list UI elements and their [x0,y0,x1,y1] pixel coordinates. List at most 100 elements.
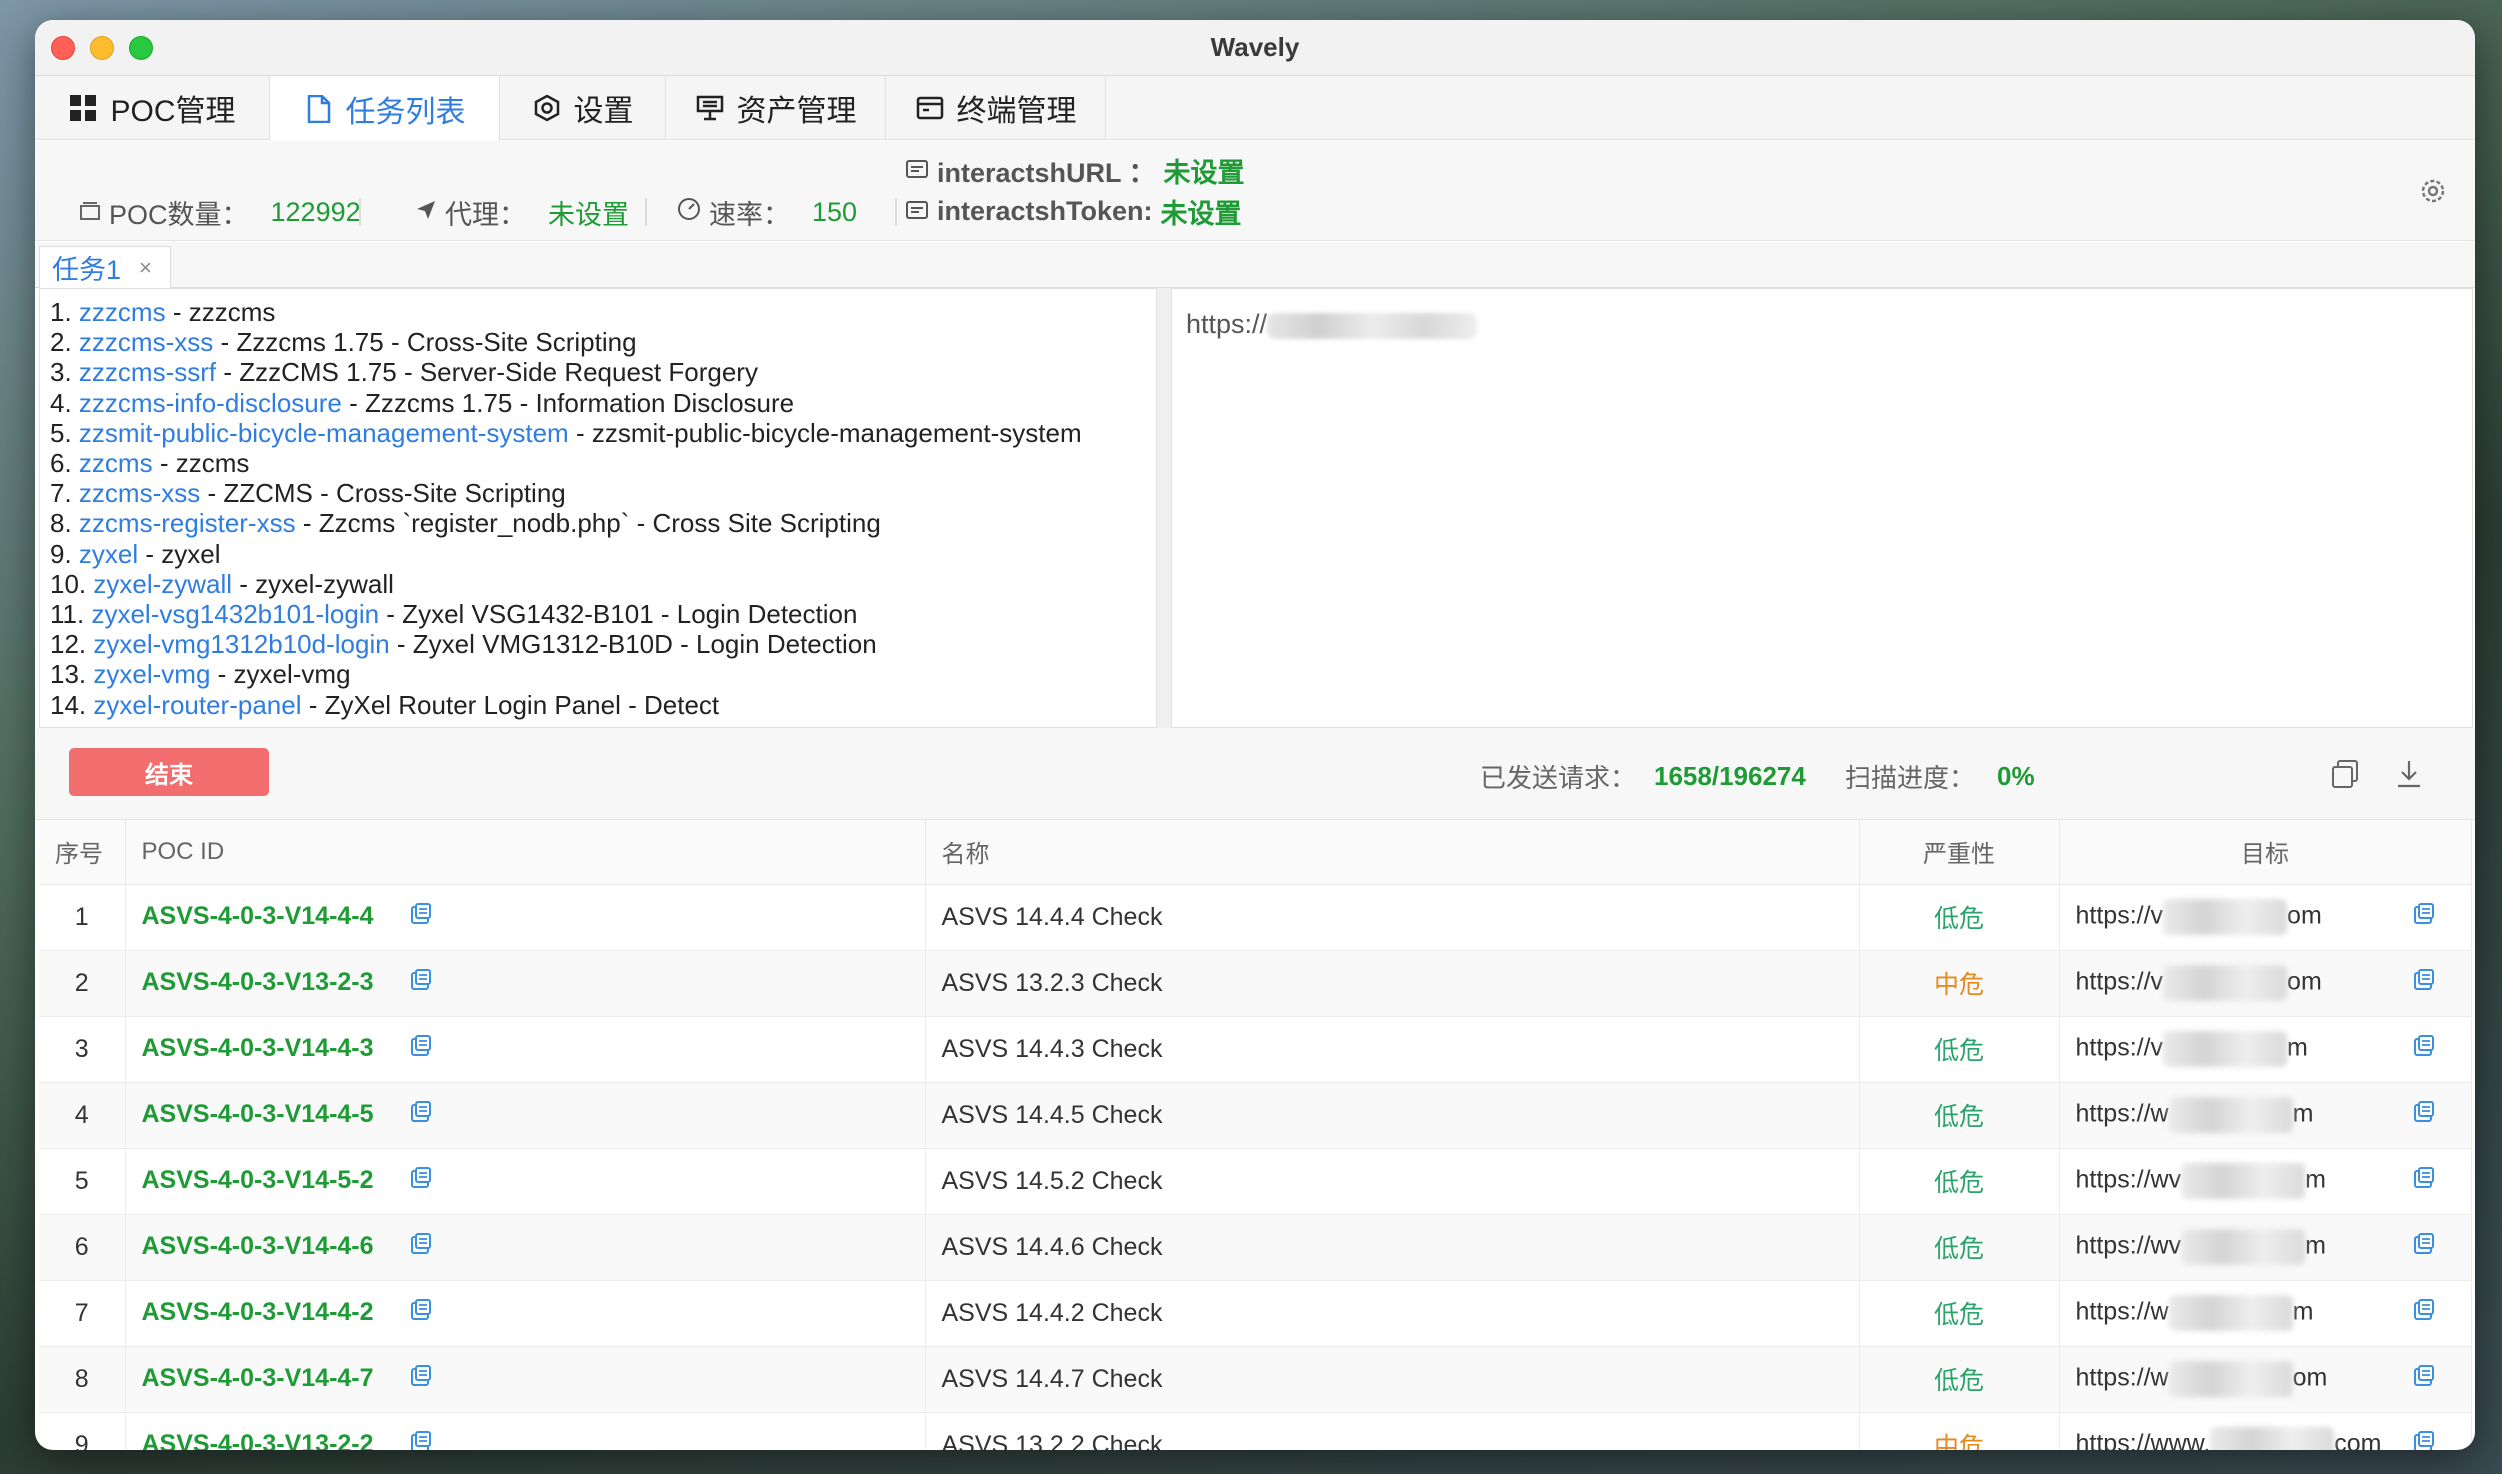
col-severity[interactable]: 严重性 [1859,820,2060,885]
list-item-link[interactable]: zyxel-vsg1432b101-login [91,599,379,629]
table-row[interactable]: 1 ASVS-4-0-3-V14-4-4 ASVS 14.4.4 Check 低危 ht… [39,884,2472,951]
table-row[interactable]: 7 ASVS-4-0-3-V14-4-2 ASVS 14.4.2 Check 低危 ht… [39,1280,2472,1347]
row-poc-id-cell: ASVS-4-0-3-V14-4-2 [125,1280,926,1347]
settings-hex-icon [532,93,562,123]
table-row[interactable]: 6 ASVS-4-0-3-V14-4-6 ASVS 14.4.6 Check 低危 ht… [39,1214,2472,1281]
col-index[interactable]: 序号 [39,820,126,885]
copy-icon[interactable] [410,1298,432,1328]
stop-button[interactable]: 结束 [69,748,269,796]
close-icon[interactable]: × [139,255,152,281]
list-item-link[interactable]: zyxel-vmg [93,659,210,689]
list-item-link[interactable]: zyxel-zywall [93,569,232,599]
list-item[interactable]: 9. zyxel - zyxel [50,539,1146,569]
tab-asset-management[interactable]: 资产管理 [666,76,886,140]
list-item[interactable]: 6. zzcms - zzcms [50,448,1146,478]
col-poc-id[interactable]: POC ID [125,820,926,885]
copy-icon[interactable] [410,1100,432,1130]
table-row[interactable]: 9 ASVS-4-0-3-V13-2-2 ASVS 13.2.2 Check 中危 ht… [39,1412,2472,1450]
list-item[interactable]: 3. zzzcms-ssrf - ZzzCMS 1.75 - Server-Si… [50,357,1146,387]
copy-icon[interactable] [410,1364,432,1394]
tab-task-1[interactable]: 任务1 × [39,246,171,288]
list-item-link[interactable]: zyxel-vmg1312b10d-login [93,629,389,659]
interactsh-token-label: interactshToken: [937,196,1153,226]
copy-icon[interactable] [2413,1166,2435,1196]
row-index: 8 [39,1346,126,1413]
table-row[interactable]: 3 ASVS-4-0-3-V14-4-3 ASVS 14.4.3 Check 低危 ht… [39,1016,2472,1083]
download-icon[interactable] [2391,756,2427,792]
tab-task-list[interactable]: 任务列表 [270,76,500,141]
row-index: 7 [39,1280,126,1347]
list-item[interactable]: 5. zzsmit-public-bicycle-management-syst… [50,418,1146,448]
list-item-link[interactable]: zzcms [79,448,153,478]
copy-icon[interactable] [410,1166,432,1196]
list-item-link[interactable]: zzzcms-ssrf [79,357,216,387]
copy-icon[interactable] [410,902,432,932]
list-item-number: 9. [50,538,72,569]
pane-splitter[interactable] [1157,288,1171,728]
list-item-link[interactable]: zzcms-register-xss [79,508,296,538]
list-item-link[interactable]: zzcms-xss [79,478,200,508]
table-row[interactable]: 2 ASVS-4-0-3-V13-2-3 ASVS 13.2.3 Check 中危 ht… [39,950,2472,1017]
table-row[interactable]: 8 ASVS-4-0-3-V14-4-7 ASVS 14.4.7 Check 低危 ht… [39,1346,2472,1413]
tab-settings[interactable]: 设置 [500,76,666,140]
list-item-link[interactable]: zzzcms [79,297,166,327]
copy-icon[interactable] [2413,902,2435,932]
list-item[interactable]: 2. zzzcms-xss - Zzzcms 1.75 - Cross-Site… [50,327,1146,357]
list-item-link[interactable]: zzzcms-xss [79,327,213,357]
list-item[interactable]: 14. zyxel-router-panel - ZyXel Router Lo… [50,690,1146,720]
poc-count: POC数量： 122992 [79,193,361,232]
copy-icon[interactable] [2413,968,2435,998]
copy-icon[interactable] [2413,1034,2435,1064]
sent-requests: 已发送请求： 1658/196274 [1480,758,1806,795]
tab-label: 设置 [573,95,634,128]
copy-icon[interactable] [2327,756,2363,792]
row-target-prefix: https://v [2075,901,2164,930]
row-name: ASVS 14.4.5 Check [925,1082,1860,1149]
row-target-cell: https://wv m [2059,1214,2472,1281]
list-item[interactable]: 10. zyxel-zywall - zyxel-zywall [50,569,1146,599]
list-item[interactable]: 1. zzzcms - zzzcms [50,297,1146,327]
list-item[interactable]: 8. zzcms-register-xss - Zzcms `register_… [50,508,1146,538]
copy-icon[interactable] [2413,1232,2435,1262]
file-icon [304,94,334,124]
list-item[interactable]: 13. zyxel-vmg - zyxel-vmg [50,659,1146,689]
list-item[interactable]: 7. zzcms-xss - ZZCMS - Cross-Site Script… [50,478,1146,508]
row-name: ASVS 14.5.2 Check [925,1148,1860,1215]
list-item-link[interactable]: zzzcms-info-disclosure [79,388,342,418]
table-row[interactable]: 5 ASVS-4-0-3-V14-5-2 ASVS 14.5.2 Check 低危 ht… [39,1148,2472,1215]
list-item-number: 6. [50,448,72,479]
card-icon [905,196,929,227]
app-window: Wavely POC管理 任务列表 设置 资产管理 终端管理 POC数量： 12… [35,20,2475,1450]
row-target-cell: https://v m [2059,1016,2472,1083]
row-poc-id: ASVS-4-0-3-V14-4-4 [141,902,374,931]
progress-value: 0% [1997,761,2035,791]
list-item-desc: - zzzcms [165,297,276,327]
copy-icon[interactable] [2413,1364,2435,1394]
copy-icon[interactable] [2413,1298,2435,1328]
list-item[interactable]: 11. zyxel-vsg1432b101-login - Zyxel VSG1… [50,599,1146,629]
list-item-link[interactable]: zyxel [79,539,138,569]
copy-icon[interactable] [410,968,432,998]
copy-icon[interactable] [410,1232,432,1262]
tab-terminal-management[interactable]: 终端管理 [886,76,1106,140]
list-item-number: 4. [50,387,72,418]
col-name[interactable]: 名称 [925,820,1860,885]
row-target-prefix: https://wv [2075,1165,2182,1194]
copy-icon[interactable] [410,1430,432,1450]
targets-pane[interactable]: https:// [1171,288,2473,728]
copy-icon[interactable] [410,1034,432,1064]
row-target-suffix: m [2287,1033,2308,1062]
tab-poc-management[interactable]: POC管理 [35,76,270,140]
list-item[interactable]: 12. zyxel-vmg1312b10d-login - Zyxel VMG1… [50,629,1146,659]
gear-icon[interactable] [2419,177,2447,210]
table-row[interactable]: 4 ASVS-4-0-3-V14-4-5 ASVS 14.4.5 Check 低危 ht… [39,1082,2472,1149]
list-item-link[interactable]: zyxel-router-panel [93,690,301,720]
action-bar: 结束 已发送请求： 1658/196274 扫描进度： 0% [35,728,2475,820]
copy-icon[interactable] [2413,1100,2435,1130]
list-item-link[interactable]: zzsmit-public-bicycle-management-system [79,418,569,448]
poc-list-pane[interactable]: 1. zzzcms - zzzcms 2. zzzcms-xss - Zzzcms… [39,288,1157,728]
col-target[interactable]: 目标 [2059,820,2472,885]
row-name: ASVS 14.4.6 Check [925,1214,1860,1281]
copy-icon[interactable] [2413,1430,2435,1450]
list-item[interactable]: 4. zzzcms-info-disclosure - Zzzcms 1.75 … [50,388,1146,418]
